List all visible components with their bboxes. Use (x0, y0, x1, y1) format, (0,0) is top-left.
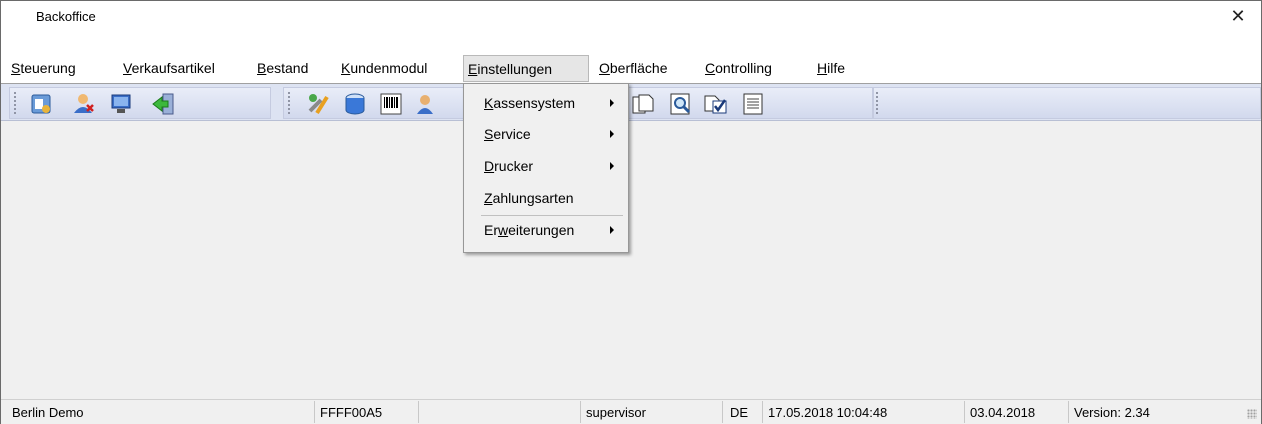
menu-verkaufsartikel[interactable]: Verkaufsartikel (119, 55, 219, 82)
menu-accel: Z (484, 190, 493, 206)
menu-accel: B (257, 60, 267, 76)
database-icon[interactable] (341, 91, 369, 117)
menu-separator (481, 215, 623, 216)
toolbar-band-3 (873, 87, 1261, 119)
window-title: Backoffice (36, 9, 96, 24)
status-location: Berlin Demo (9, 401, 315, 423)
menu-item-kassensystem[interactable]: Kassensystem (484, 95, 575, 119)
menu-controlling[interactable]: Controlling (701, 55, 776, 82)
preview-icon[interactable] (667, 91, 695, 117)
menu-hilfe[interactable]: Hilfe (813, 55, 849, 82)
menu-label: rucker (494, 158, 534, 174)
menu-label: eiterungen (508, 222, 575, 238)
status-empty (421, 401, 581, 423)
barcode-icon[interactable] (377, 91, 405, 117)
menu-accel: S (484, 126, 494, 142)
articles-icon[interactable] (27, 91, 55, 117)
menu-accel: H (817, 60, 828, 76)
title-bar: Backoffice ✕ (1, 1, 1261, 31)
status-version: Version: 2.34 (1074, 405, 1150, 420)
menu-kundenmodul[interactable]: Kundenmodul (337, 55, 431, 82)
menu-label: ervice (493, 126, 531, 142)
menu-label: assensystem (493, 95, 576, 111)
status-language: DE (727, 401, 763, 423)
menu-item-drucker[interactable]: Drucker (484, 158, 533, 182)
submenu-arrow-icon (610, 162, 614, 170)
menu-item-zahlungsarten[interactable]: Zahlungsarten (484, 190, 574, 214)
users-icon[interactable] (69, 91, 97, 117)
status-user: supervisor (583, 401, 723, 423)
menu-accel: K (484, 95, 494, 111)
menu-steuerung[interactable]: Steuerung (7, 55, 80, 82)
toolbar-grip[interactable] (875, 91, 879, 115)
status-datetime: 17.05.2018 10:04:48 (765, 401, 965, 423)
text-document-icon[interactable] (739, 91, 767, 117)
menu-label: instellungen (477, 61, 553, 77)
menu-accel: O (599, 60, 610, 76)
menu-label: ontrolling (715, 60, 772, 76)
menu-oberflaeche[interactable]: Oberfläche (595, 55, 671, 82)
submenu-arrow-icon (610, 130, 614, 138)
toolbar-grip[interactable] (287, 91, 291, 115)
user-icon[interactable] (415, 91, 443, 117)
submenu-arrow-icon (610, 226, 614, 234)
menu-accel: E (468, 61, 478, 77)
menu-label: teuerung (20, 60, 76, 76)
main-content-area (1, 121, 1261, 397)
status-code: FFFF00A5 (317, 401, 419, 423)
toolbar-grip[interactable] (13, 91, 17, 115)
monitor-icon[interactable] (107, 91, 135, 117)
menu-label: berfläche (609, 60, 668, 76)
menu-bestand[interactable]: Bestand (253, 55, 312, 82)
status-date: 03.04.2018 (967, 401, 1069, 423)
menu-item-erweiterungen[interactable]: Erweiterungen (484, 222, 574, 246)
menu-accel: C (705, 60, 716, 76)
backoffice-window: Backoffice ✕ Steuerung Verkaufsartikel B… (0, 0, 1262, 424)
einstellungen-dropdown: Kassensystem Service Drucker Zahlungsart… (463, 83, 629, 253)
menu-einstellungen[interactable]: Einstellungen (463, 55, 589, 82)
menu-label: erkaufsartikel (131, 60, 215, 76)
menu-label: Er (484, 222, 498, 238)
menu-accel: S (11, 60, 21, 76)
tools-icon[interactable] (305, 91, 333, 117)
menu-accel: w (498, 222, 509, 238)
menu-label: ahlungsarten (492, 190, 574, 206)
close-icon[interactable]: ✕ (1215, 1, 1261, 31)
menu-item-service[interactable]: Service (484, 126, 531, 150)
menu-label: estand (266, 60, 309, 76)
menu-accel: D (484, 158, 495, 174)
resize-grip-icon[interactable] (1247, 409, 1257, 419)
menu-accel: K (341, 60, 351, 76)
menu-label: ilfe (827, 60, 846, 76)
menu-accel: V (123, 60, 132, 76)
menu-label: undenmodul (350, 60, 428, 76)
checklist-icon[interactable] (703, 91, 731, 117)
document-icon[interactable] (631, 91, 659, 117)
exit-icon[interactable] (149, 91, 177, 117)
submenu-arrow-icon (610, 99, 614, 107)
